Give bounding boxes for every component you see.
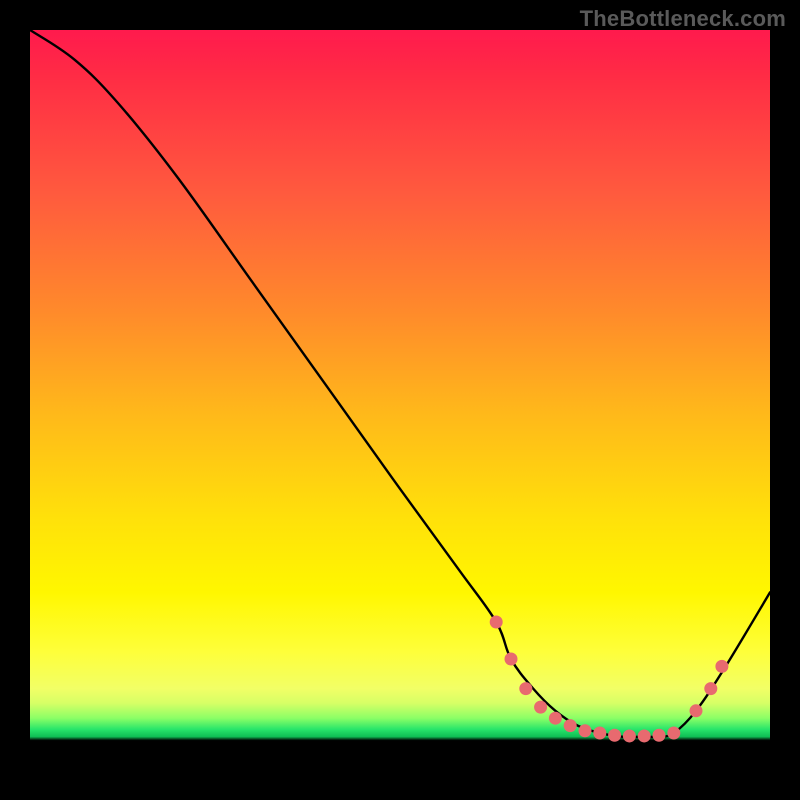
data-marker	[519, 682, 532, 695]
data-marker	[490, 616, 503, 629]
data-marker	[608, 729, 621, 742]
data-marker	[579, 724, 592, 737]
chart-container: TheBottleneck.com	[0, 0, 800, 800]
data-marker	[667, 727, 680, 740]
data-marker	[623, 729, 636, 742]
data-marker	[653, 729, 666, 742]
data-marker	[593, 727, 606, 740]
data-marker	[564, 719, 577, 732]
data-marker	[715, 660, 728, 673]
data-marker	[534, 701, 547, 714]
data-marker	[704, 682, 717, 695]
data-marker	[549, 712, 562, 725]
data-marker	[690, 704, 703, 717]
data-marker	[505, 653, 518, 666]
bottleneck-curve	[30, 30, 770, 737]
chart-plot	[30, 30, 770, 770]
watermark-text: TheBottleneck.com	[580, 6, 786, 32]
data-marker	[638, 729, 651, 742]
